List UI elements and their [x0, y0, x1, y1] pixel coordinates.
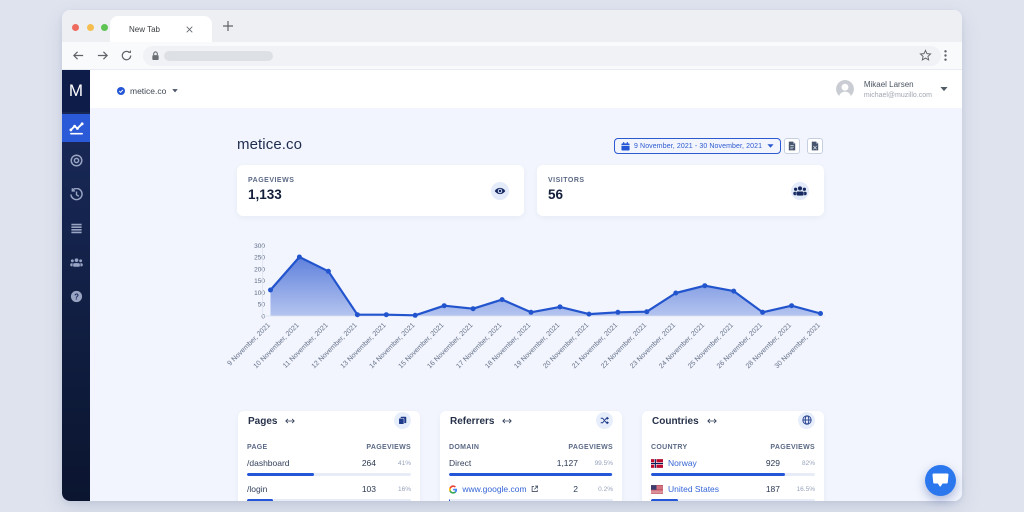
- svg-text:200: 200: [254, 266, 265, 273]
- svg-text:?: ?: [74, 292, 79, 301]
- svg-text:50: 50: [258, 302, 266, 309]
- svg-text:300: 300: [254, 243, 265, 250]
- svg-text:250: 250: [254, 255, 265, 262]
- svg-text:100: 100: [254, 290, 265, 297]
- svg-text:150: 150: [254, 278, 265, 285]
- svg-text:0: 0: [261, 313, 265, 320]
